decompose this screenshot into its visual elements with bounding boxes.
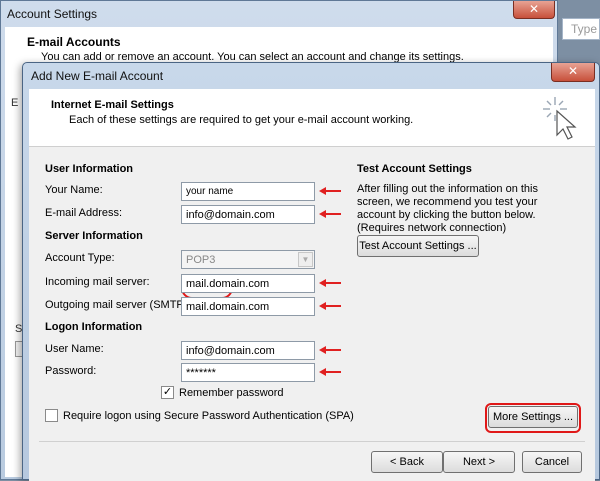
hidden-tab-label: E (11, 97, 19, 109)
user-name-label: User Name: (45, 343, 104, 355)
add-email-account-dialog: Add New E-mail Account ✕ Internet E-mail… (22, 62, 600, 481)
account-settings-close-button[interactable]: ✕ (513, 1, 555, 19)
email-address-field[interactable]: info@domain.com (181, 205, 315, 224)
outgoing-server-label: Outgoing mail server (SMTP): (45, 299, 191, 311)
account-type-select: POP3 ▼ (181, 250, 315, 269)
annotation-arrow (319, 187, 341, 195)
header-description: Each of these settings are required to g… (69, 114, 414, 126)
dialog-close-button[interactable]: ✕ (551, 63, 595, 82)
dialog-title: Add New E-mail Account (31, 69, 164, 83)
incoming-server-field[interactable]: mail.domain.com (181, 274, 315, 293)
annotation-arrow (319, 279, 341, 287)
account-type-value: POP3 (186, 254, 216, 266)
dropdown-arrow-icon: ▼ (298, 252, 313, 267)
test-settings-description: After filling out the information on thi… (357, 183, 538, 234)
annotation-arrow (319, 210, 341, 218)
back-button[interactable]: < Back (371, 451, 443, 473)
header-title: Internet E-mail Settings (51, 99, 174, 111)
spa-checkbox[interactable] (45, 409, 58, 422)
test-settings-heading: Test Account Settings (357, 163, 472, 175)
email-address-label: E-mail Address: (45, 207, 123, 219)
header-panel: Internet E-mail Settings Each of these s… (29, 89, 595, 147)
outgoing-server-field[interactable]: mail.domain.com (181, 297, 315, 316)
incoming-server-label: Incoming mail server: (45, 276, 150, 288)
user-information-heading: User Information (45, 163, 134, 175)
account-type-label: Account Type: (45, 252, 115, 264)
logon-information-heading: Logon Information (45, 321, 143, 333)
footer-divider (39, 441, 585, 442)
password-label: Password: (45, 365, 97, 377)
your-name-field[interactable]: your name (181, 182, 315, 201)
annotation-arrow (319, 346, 341, 354)
user-name-field[interactable]: info@domain.com (181, 341, 315, 360)
search-type-box[interactable]: Type (562, 18, 600, 40)
cursor-sparkle-icon (543, 97, 577, 140)
your-name-label: Your Name: (45, 184, 103, 196)
cancel-button[interactable]: Cancel (522, 451, 582, 473)
test-account-settings-button[interactable]: Test Account Settings ... (357, 235, 479, 257)
spa-label: Require logon using Secure Password Auth… (63, 410, 354, 422)
remember-password-checkbox[interactable]: ✓ (161, 386, 174, 399)
server-information-heading: Server Information (45, 230, 143, 242)
dialog-body: Internet E-mail Settings Each of these s… (29, 89, 595, 481)
next-button[interactable]: Next > (443, 451, 515, 473)
remember-password-label: Remember password (179, 387, 284, 399)
annotation-highlight-box (485, 403, 581, 433)
annotation-arrow (319, 368, 341, 376)
email-accounts-heading: E-mail Accounts (27, 35, 121, 49)
password-field[interactable]: ******* (181, 363, 315, 382)
account-settings-title: Account Settings (7, 7, 98, 21)
annotation-arrow (319, 302, 341, 310)
